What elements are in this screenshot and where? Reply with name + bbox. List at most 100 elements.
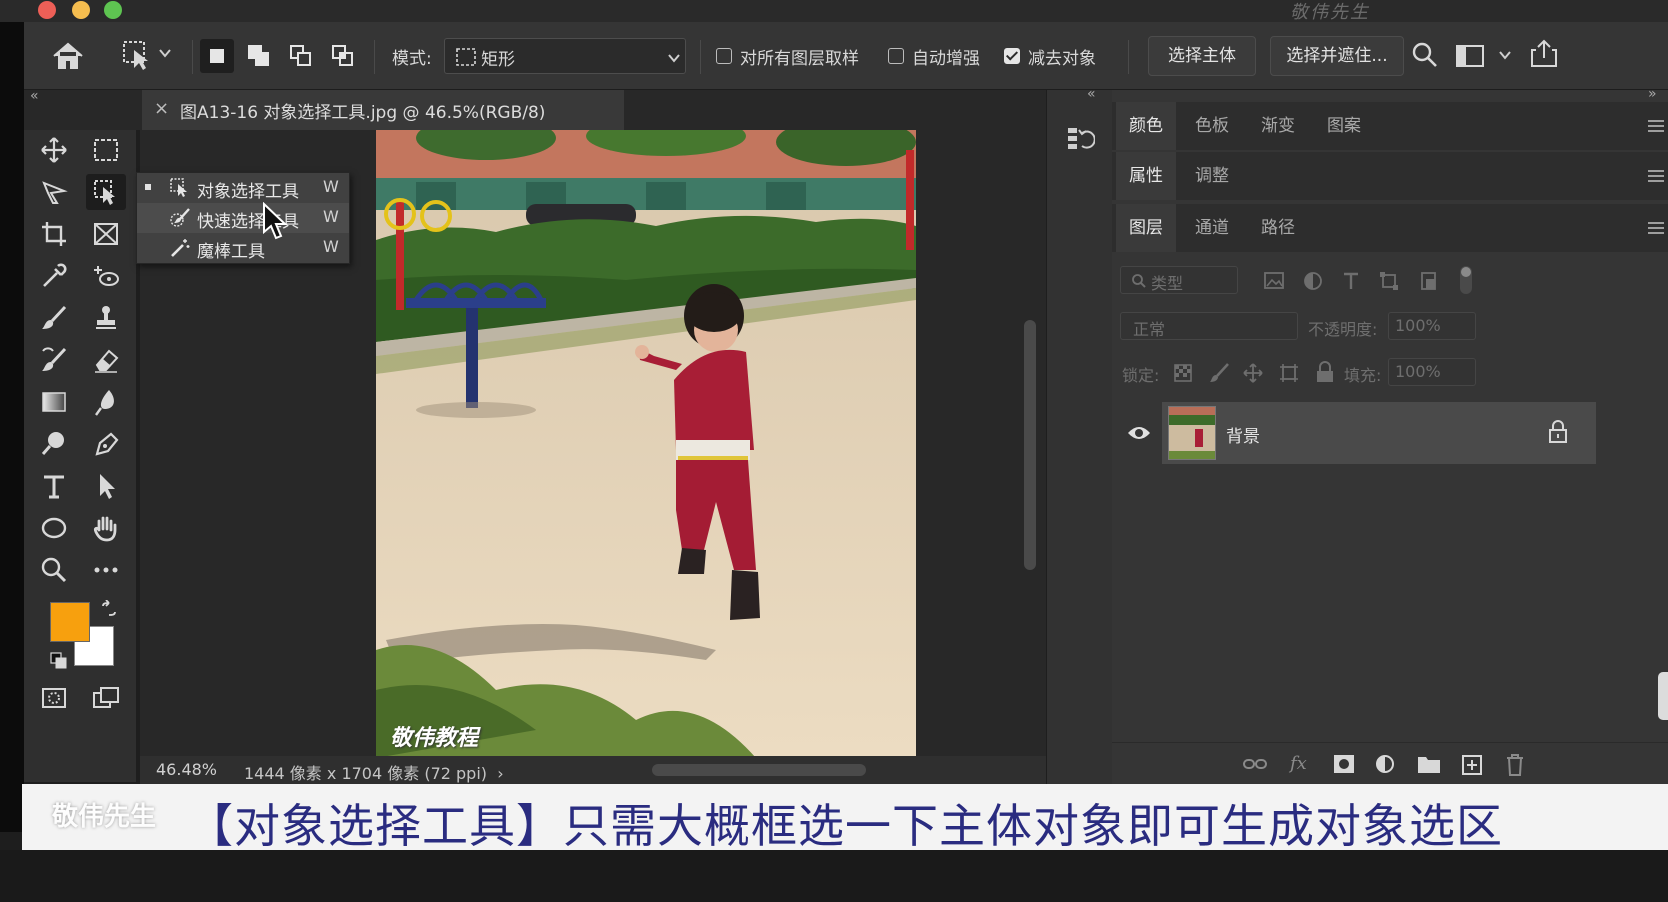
close-tab-icon[interactable]: ×: [154, 98, 169, 119]
minimize-window-button[interactable]: [72, 1, 90, 19]
home-icon[interactable]: [50, 40, 86, 72]
close-window-button[interactable]: [38, 1, 56, 19]
lock-artboard-icon[interactable]: [1278, 362, 1300, 388]
opacity-field[interactable]: 100%: [1388, 312, 1476, 340]
link-layers-icon[interactable]: [1242, 755, 1268, 773]
fx-icon[interactable]: fx: [1288, 751, 1312, 775]
blur-tool-icon[interactable]: [86, 384, 126, 420]
delete-layer-icon[interactable]: [1504, 753, 1526, 777]
quick-mask-icon[interactable]: [34, 680, 74, 716]
tab-channels[interactable]: 通道: [1182, 204, 1242, 252]
brush-tool-icon[interactable]: [34, 300, 74, 336]
workspace-icon[interactable]: [1454, 42, 1486, 74]
tab-color[interactable]: 颜色: [1116, 102, 1176, 150]
document-tab[interactable]: × 图A13-16 对象选择工具.jpg @ 46.5%(RGB/8): [142, 90, 624, 130]
tab-patterns[interactable]: 图案: [1314, 102, 1374, 150]
status-menu-arrow[interactable]: ›: [497, 764, 503, 783]
vertical-scrollbar[interactable]: [1024, 320, 1036, 570]
add-mask-icon[interactable]: [1332, 753, 1356, 775]
object-selection-tool-icon[interactable]: [86, 174, 126, 210]
eyedropper-tool-icon[interactable]: [34, 258, 74, 294]
default-colors-icon[interactable]: [50, 652, 68, 674]
gradient-tool-icon[interactable]: [34, 384, 74, 420]
tab-layers[interactable]: 图层: [1116, 204, 1176, 252]
adjustment-layer-icon[interactable]: [1374, 753, 1398, 777]
sample-all-layers-checkbox[interactable]: [716, 48, 732, 64]
layer-filter-select[interactable]: 类型: [1120, 266, 1238, 294]
filter-adjustment-icon[interactable]: [1302, 270, 1324, 296]
history-panel-icon[interactable]: [1065, 124, 1096, 158]
new-selection-button[interactable]: [200, 39, 234, 73]
eye-icon[interactable]: [1126, 424, 1152, 442]
chevron-down-icon[interactable]: [1498, 48, 1512, 66]
document-photo[interactable]: 敬伟教程: [376, 130, 916, 758]
filter-pixel-icon[interactable]: [1262, 270, 1286, 296]
marquee-tool-icon[interactable]: [86, 132, 126, 168]
tool-preset-icon[interactable]: [120, 38, 154, 72]
foreground-color-swatch[interactable]: [50, 602, 90, 642]
path-selection-tool-icon[interactable]: [86, 468, 126, 504]
pen-tool-icon[interactable]: [86, 426, 126, 462]
lock-position-icon[interactable]: [1242, 362, 1264, 388]
share-icon[interactable]: [1528, 38, 1560, 74]
type-tool-icon[interactable]: [34, 468, 74, 504]
screen-mode-icon[interactable]: [86, 680, 126, 716]
healing-brush-tool-icon[interactable]: [86, 258, 126, 294]
zoom-tool-icon[interactable]: [34, 552, 74, 588]
flyout-item-magic-wand[interactable]: 魔棒工具 W: [137, 233, 349, 263]
panel-menu-icon[interactable]: [1648, 170, 1664, 182]
tab-properties[interactable]: 属性: [1116, 152, 1176, 200]
add-to-selection-button[interactable]: [242, 39, 276, 73]
tab-gradients[interactable]: 渐变: [1248, 102, 1308, 150]
move-tool-icon[interactable]: [34, 132, 74, 168]
eraser-tool-icon[interactable]: [86, 342, 126, 378]
fill-field[interactable]: 100%: [1388, 358, 1476, 386]
filter-smart-object-icon[interactable]: [1418, 270, 1440, 296]
select-subject-button[interactable]: 选择主体: [1148, 36, 1256, 76]
new-layer-icon[interactable]: [1460, 753, 1484, 777]
lasso-tool-icon[interactable]: [34, 174, 74, 210]
flyout-item-object-selection[interactable]: 对象选择工具 W: [137, 173, 349, 203]
mode-select[interactable]: 矩形: [444, 38, 686, 74]
lock-transparency-icon[interactable]: [1172, 362, 1194, 388]
new-group-icon[interactable]: [1416, 753, 1442, 775]
tab-swatches[interactable]: 色板: [1182, 102, 1242, 150]
color-panel-tabs: 颜色 色板 渐变 图案: [1112, 102, 1668, 150]
hand-tool-icon[interactable]: [86, 510, 126, 546]
layer-row-background[interactable]: 背景: [1128, 402, 1596, 464]
lock-pixels-icon[interactable]: [1208, 362, 1230, 388]
auto-enhance-checkbox[interactable]: [888, 48, 904, 64]
filter-type-icon[interactable]: [1340, 270, 1362, 296]
tab-adjustments[interactable]: 调整: [1182, 152, 1242, 200]
collapse-panels-icon[interactable]: «: [1087, 86, 1096, 102]
blend-mode-select[interactable]: 正常: [1120, 312, 1298, 340]
clone-stamp-tool-icon[interactable]: [86, 300, 126, 336]
dodge-tool-icon[interactable]: [34, 426, 74, 462]
intersect-selection-button[interactable]: [326, 39, 360, 73]
lock-all-icon[interactable]: [1314, 360, 1336, 388]
collapse-toolbar-icon[interactable]: «: [30, 88, 39, 104]
filter-toggle[interactable]: [1460, 266, 1472, 294]
filter-shape-icon[interactable]: [1378, 270, 1400, 296]
expand-panels-icon[interactable]: »: [1648, 86, 1657, 102]
frame-tool-icon[interactable]: [86, 216, 126, 252]
subtract-object-checkbox[interactable]: [1004, 48, 1020, 64]
search-icon: [1132, 274, 1146, 288]
zoom-level[interactable]: 46.48%: [156, 760, 217, 779]
select-and-mask-button[interactable]: 选择并遮住...: [1270, 36, 1404, 76]
photo-watermark: 敬伟教程: [390, 726, 479, 751]
horizontal-scrollbar[interactable]: [652, 764, 866, 776]
tab-paths[interactable]: 路径: [1248, 204, 1308, 252]
flyout-item-quick-selection[interactable]: 快速选择工具 W: [137, 203, 349, 233]
more-tools-icon[interactable]: [86, 552, 126, 588]
panel-menu-icon[interactable]: [1648, 120, 1664, 132]
zoom-window-button[interactable]: [104, 1, 122, 19]
subtract-from-selection-button[interactable]: [284, 39, 318, 73]
panel-menu-icon[interactable]: [1648, 222, 1664, 234]
ellipse-tool-icon[interactable]: [34, 510, 74, 546]
crop-tool-icon[interactable]: [34, 216, 74, 252]
swap-colors-icon[interactable]: [100, 599, 118, 622]
search-icon[interactable]: [1410, 40, 1440, 74]
history-brush-tool-icon[interactable]: [34, 342, 74, 378]
chevron-down-icon[interactable]: [158, 46, 172, 64]
